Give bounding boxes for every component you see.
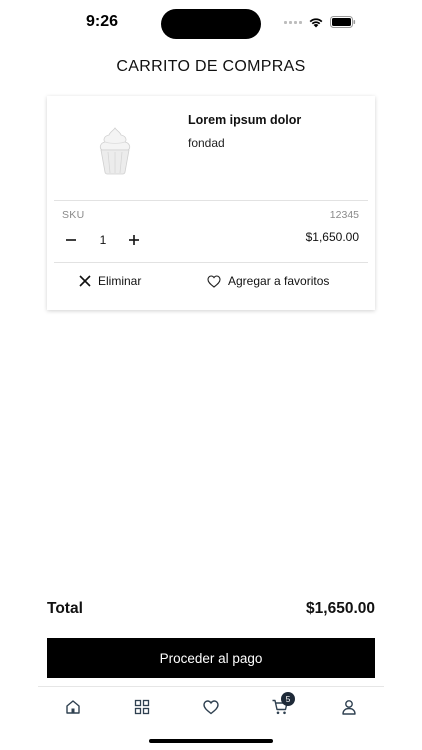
divider: [54, 262, 368, 263]
cupcake-icon: [99, 127, 131, 175]
item-name[interactable]: Lorem ipsum dolor: [188, 113, 301, 127]
tabbar-divider: [38, 686, 384, 687]
shopping-cart-screen: 9:26 CARRITO DE COMPRAS Lorem ipsum dolo…: [0, 0, 422, 750]
remove-item-label: Eliminar: [98, 274, 142, 288]
cart-item-card: Lorem ipsum dolor fondad SKU 12345 1 $1,…: [47, 96, 375, 310]
sku-label: SKU: [62, 209, 85, 221]
heart-icon[interactable]: [202, 698, 220, 716]
quantity-value: 1: [99, 233, 107, 247]
checkout-button[interactable]: Proceder al pago: [47, 638, 375, 678]
add-to-favorites-label: Agregar a favoritos: [228, 274, 330, 288]
cellular-signal-icon: [284, 20, 302, 24]
decrease-quantity-button[interactable]: [64, 233, 78, 247]
heart-outline-icon: [207, 274, 221, 288]
home-icon[interactable]: [64, 698, 82, 716]
increase-quantity-button[interactable]: [127, 233, 141, 247]
dynamic-island: [161, 9, 261, 39]
page-title: CARRITO DE COMPRAS: [116, 58, 306, 75]
total-value: $1,650.00: [306, 600, 375, 617]
home-indicator: [149, 739, 273, 743]
wifi-icon: [309, 18, 323, 28]
battery-icon: [330, 16, 356, 28]
total-label: Total: [47, 600, 83, 617]
status-time: 9:26: [86, 13, 119, 30]
divider: [54, 200, 368, 201]
remove-item-button[interactable]: Eliminar: [79, 274, 141, 288]
sku-value: 12345: [329, 209, 359, 221]
grid-icon[interactable]: [133, 698, 151, 716]
close-icon: [79, 275, 91, 287]
cart-count-badge: 5: [281, 692, 295, 706]
item-subtitle: fondad: [188, 136, 225, 150]
status-icons: [284, 16, 356, 28]
user-icon[interactable]: [340, 698, 358, 716]
item-price: $1,650.00: [305, 230, 359, 244]
add-to-favorites-button[interactable]: Agregar a favoritos: [207, 274, 329, 288]
